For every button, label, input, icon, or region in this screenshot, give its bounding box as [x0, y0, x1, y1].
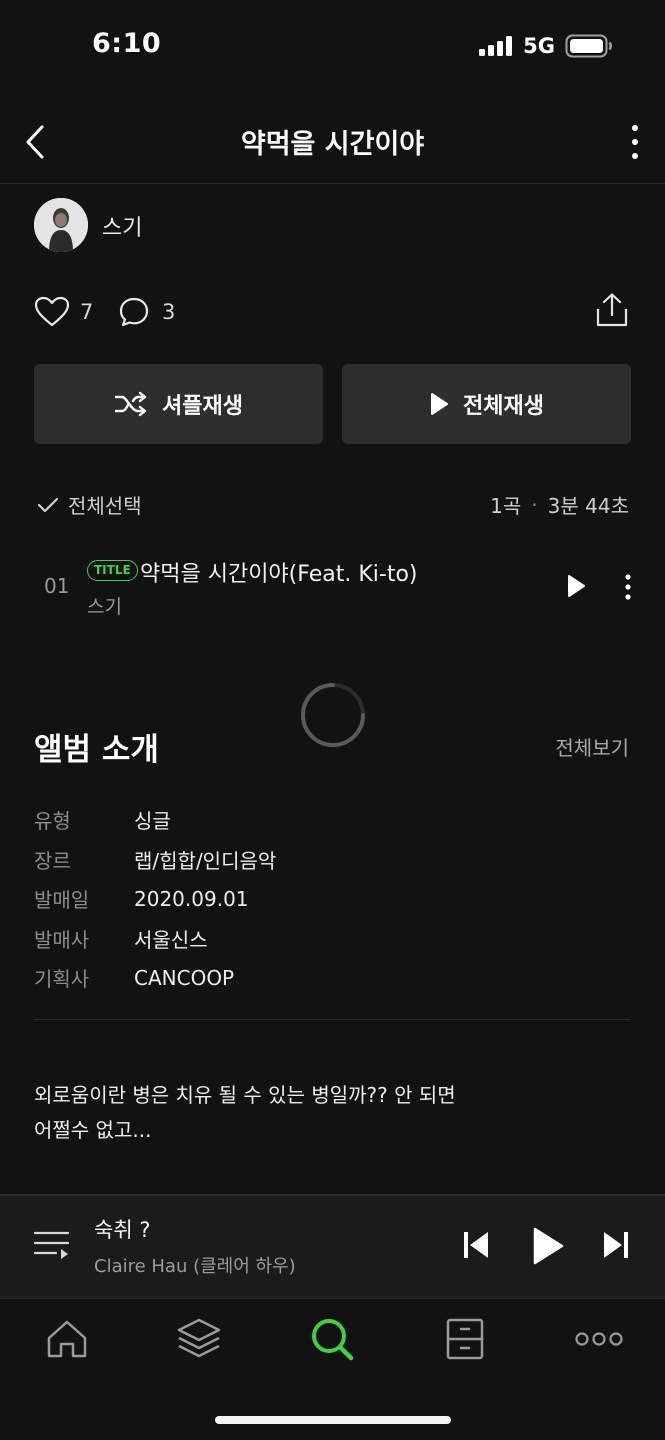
like-count: 7 — [80, 300, 94, 324]
track-count: 1곡 — [490, 494, 522, 518]
check-icon — [37, 497, 59, 512]
info-row-release-date: 발매일 2020.09.01 — [34, 879, 276, 919]
comment-count: 3 — [162, 300, 176, 324]
tab-more[interactable] — [575, 1316, 623, 1362]
track-play-button[interactable] — [566, 573, 586, 599]
album-description-line: 어쩔수 없고... — [34, 1118, 152, 1142]
shuffle-icon — [114, 391, 147, 417]
view-all-link[interactable]: 전체보기 — [555, 732, 629, 761]
shuffle-play-label: 셔플재생 — [162, 394, 243, 419]
status-indicators: 5G — [479, 34, 613, 58]
track-summary: 1곡 · 3분 44초 — [490, 490, 629, 519]
info-row-genre: 장르 랩/힙합/인디음악 — [34, 840, 276, 880]
playlist-icon — [34, 1231, 70, 1259]
battery-icon — [565, 34, 613, 58]
summary-separator: · — [531, 492, 538, 517]
info-row-agency: 기획사 CANCOOP — [34, 958, 276, 998]
header-divider — [0, 183, 665, 184]
info-label: 유형 — [34, 809, 71, 834]
more-vertical-icon — [625, 574, 631, 600]
album-description: 외로움이란 병은 치유 될 수 있는 병일까?? 안 되면 어쩔수 없고... — [34, 1078, 534, 1148]
playlist-button[interactable] — [34, 1228, 70, 1262]
heart-icon — [34, 296, 70, 327]
loading-spinner-icon — [300, 682, 366, 748]
status-time: 6:10 — [92, 28, 162, 59]
shuffle-play-button[interactable]: 셔플재생 — [34, 364, 323, 444]
title-badge: TITLE — [87, 560, 138, 581]
tab-library[interactable] — [176, 1316, 222, 1362]
play-icon — [431, 393, 449, 415]
tab-home[interactable] — [44, 1316, 90, 1362]
select-all-label: 전체선택 — [68, 494, 142, 518]
share-icon — [596, 293, 628, 327]
layers-icon — [177, 1318, 221, 1358]
skip-forward-icon — [604, 1232, 628, 1258]
tab-storage[interactable] — [442, 1316, 488, 1362]
now-playing-artist[interactable]: Claire Hau (클레어 하우) — [94, 1252, 296, 1278]
like-button[interactable]: 7 — [34, 296, 93, 328]
info-row-publisher: 발매사 서울신스 — [34, 919, 276, 959]
album-info-list: 유형 싱글 장르 랩/힙합/인디음악 발매일 2020.09.01 발매사 서울… — [34, 800, 276, 998]
comment-button[interactable]: 3 — [118, 296, 175, 328]
more-dots-icon — [575, 1332, 623, 1346]
track-number: 01 — [44, 574, 70, 598]
drawer-icon — [446, 1318, 484, 1360]
info-value: 서울신스 — [134, 927, 208, 952]
now-playing-title[interactable]: 숙취 ? — [94, 1214, 150, 1244]
album-intro-heading: 앨범 소개 — [34, 732, 159, 768]
track-artist[interactable]: 스기 — [87, 592, 122, 619]
home-indicator — [215, 1416, 451, 1424]
search-icon — [312, 1319, 354, 1361]
total-duration: 3분 44초 — [547, 494, 629, 518]
info-value: 랩/힙합/인디음악 — [134, 848, 277, 873]
previous-button[interactable] — [462, 1230, 490, 1260]
artist-name[interactable]: 스기 — [102, 210, 142, 242]
info-value: CANCOOP — [134, 965, 235, 990]
more-options-button[interactable] — [627, 122, 643, 164]
info-value: 2020.09.01 — [134, 886, 249, 911]
artist-photo — [34, 198, 88, 252]
track-title[interactable]: 약먹을 시간이야(Feat. Ki-to) — [140, 556, 417, 588]
artist-avatar[interactable] — [34, 198, 88, 252]
info-label: 장르 — [34, 848, 71, 873]
next-button[interactable] — [602, 1230, 630, 1260]
album-description-line: 외로움이란 병은 치유 될 수 있는 병일까?? 안 되면 — [34, 1083, 456, 1107]
info-value: 싱글 — [134, 809, 171, 834]
tab-search[interactable] — [309, 1316, 355, 1362]
info-divider — [34, 1019, 630, 1020]
network-label: 5G — [523, 34, 555, 58]
skip-back-icon — [464, 1232, 488, 1258]
comment-icon — [119, 297, 149, 327]
info-label: 발매일 — [34, 888, 90, 913]
play-icon — [568, 575, 585, 597]
track-more-button[interactable] — [622, 573, 634, 601]
play-all-button[interactable]: 전체재생 — [342, 364, 631, 444]
info-row-type: 유형 싱글 — [34, 800, 276, 840]
home-icon — [47, 1320, 87, 1358]
info-label: 발매사 — [34, 927, 90, 952]
play-button[interactable] — [531, 1226, 565, 1266]
signal-icon — [479, 36, 513, 56]
play-icon — [533, 1227, 564, 1265]
mini-player[interactable] — [0, 1194, 665, 1298]
play-all-label: 전체재생 — [463, 394, 544, 419]
more-vertical-icon — [632, 125, 638, 159]
select-all-toggle[interactable]: 전체선택 — [36, 490, 142, 519]
share-button[interactable] — [595, 292, 629, 328]
info-label: 기획사 — [34, 967, 90, 992]
page-title: 약먹을 시간이야 — [240, 129, 425, 160]
